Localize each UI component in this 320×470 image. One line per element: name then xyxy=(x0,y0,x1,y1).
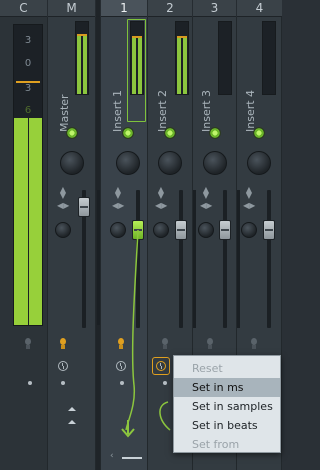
chevron-up-icon[interactable] xyxy=(66,405,78,411)
menu-item-set-in-beats[interactable]: Set in beats xyxy=(174,416,280,435)
insert1-fx-led-icon[interactable] xyxy=(122,127,134,139)
swap-updown-icon[interactable]: ▲ ▼ xyxy=(155,186,167,200)
header-1[interactable]: 1 xyxy=(101,0,147,17)
insert3-pan-knob-icon[interactable] xyxy=(203,151,227,175)
insert2-dot xyxy=(163,381,167,385)
insert4-send-bulb-icon[interactable] xyxy=(250,338,258,350)
insert2-meter xyxy=(175,21,189,95)
peak-marker xyxy=(177,36,187,38)
swap-leftright-icon[interactable]: ◀▶ xyxy=(112,202,124,215)
header-c[interactable]: C xyxy=(0,0,47,17)
master-volume-fader[interactable] xyxy=(78,197,90,217)
menu-item-reset[interactable]: Reset xyxy=(174,359,280,378)
menu-item-set-in-ms[interactable]: Set in ms xyxy=(174,378,280,397)
scale-label: 3 xyxy=(24,35,32,46)
scroll-thumb[interactable] xyxy=(122,457,142,459)
insert4-pan-knob-icon[interactable] xyxy=(247,151,271,175)
scale-label: 0 xyxy=(24,58,32,69)
insert1-send-bulb-icon[interactable] xyxy=(117,338,125,350)
insert4-meter xyxy=(262,21,276,95)
meter-bar-r xyxy=(183,38,187,94)
meter-split xyxy=(28,25,29,325)
swap-leftright-icon[interactable]: ◀▶ xyxy=(57,202,69,215)
header-2[interactable]: 2 xyxy=(148,0,192,17)
header-m[interactable]: M xyxy=(48,0,95,17)
scale-label: 6 xyxy=(24,105,32,116)
master-dot xyxy=(61,381,65,385)
master-level-strip xyxy=(97,190,100,325)
current-dot xyxy=(28,381,32,385)
meter-bar-l xyxy=(77,34,81,94)
master-stereo-knob-icon[interactable] xyxy=(55,222,71,238)
swap-leftright-icon[interactable]: ◀▶ xyxy=(200,202,212,215)
insert3-send-bulb-icon[interactable] xyxy=(206,338,214,350)
horizontal-scroll[interactable]: ‹ xyxy=(110,451,150,461)
mixer-panel: C M 1 2 3 4 3 0 3 6 Master Insert 1 Inse xyxy=(0,0,282,470)
meter-bar-l xyxy=(132,38,136,94)
master-pan-knob-icon[interactable] xyxy=(60,151,84,175)
insert4-fx-led-icon[interactable] xyxy=(253,127,265,139)
master-latency-clock-icon[interactable] xyxy=(58,361,68,371)
track-name-insert4[interactable]: Insert 4 xyxy=(244,52,258,132)
insert2-send-bulb-icon[interactable] xyxy=(161,338,169,350)
master-fx-led-icon[interactable] xyxy=(66,127,78,139)
swap-updown-icon[interactable]: ▲ ▼ xyxy=(57,186,69,200)
latency-context-menu: Reset Set in ms Set in samples Set in be… xyxy=(173,355,281,453)
chevron-up-icon[interactable] xyxy=(66,418,78,424)
meter-bar-r xyxy=(83,34,87,94)
master-send-bulb-icon[interactable] xyxy=(59,338,67,350)
insert1-latency-clock-icon[interactable] xyxy=(116,361,126,371)
header-3[interactable]: 3 xyxy=(193,0,236,17)
insert2-pan-knob-icon[interactable] xyxy=(158,151,182,175)
menu-item-set-in-samples[interactable]: Set in samples xyxy=(174,397,280,416)
peak-marker xyxy=(132,36,142,38)
insert3-fx-led-icon[interactable] xyxy=(209,127,221,139)
scale-label: 3 xyxy=(24,83,32,94)
header-4[interactable]: 4 xyxy=(237,0,282,17)
scroll-left-icon[interactable]: ‹ xyxy=(110,451,114,461)
insert3-meter xyxy=(218,21,232,95)
peak-marker xyxy=(77,34,87,36)
swap-leftright-icon[interactable]: ◀▶ xyxy=(243,202,255,215)
arrow-down-icon[interactable] xyxy=(120,420,136,442)
swap-updown-icon[interactable]: ▲ ▼ xyxy=(200,186,212,200)
swap-updown-icon[interactable]: ▲ ▼ xyxy=(243,186,255,200)
insert2-fx-led-icon[interactable] xyxy=(164,127,176,139)
current-peak-meter: 3 0 3 6 xyxy=(13,24,43,326)
swap-leftright-icon[interactable]: ◀▶ xyxy=(155,202,167,215)
insert1-meter xyxy=(130,21,144,95)
track-name-insert2[interactable]: Insert 2 xyxy=(156,52,170,132)
header-divider xyxy=(96,0,100,17)
menu-item-set-from[interactable]: Set from xyxy=(174,435,280,454)
current-send-bulb-icon[interactable] xyxy=(24,338,32,350)
insert1-pan-knob-icon[interactable] xyxy=(116,151,140,175)
meter-bar-r xyxy=(138,38,142,94)
insert1-dot xyxy=(120,381,124,385)
swap-updown-icon[interactable]: ▲ ▼ xyxy=(112,186,124,200)
track-name-master[interactable]: Master xyxy=(58,52,72,132)
track-name-insert3[interactable]: Insert 3 xyxy=(200,52,214,132)
track-name-insert1[interactable]: Insert 1 xyxy=(111,52,125,132)
insert2-latency-clock-icon[interactable] xyxy=(156,361,166,371)
meter-bar-l xyxy=(177,38,181,94)
master-meter xyxy=(75,21,89,95)
